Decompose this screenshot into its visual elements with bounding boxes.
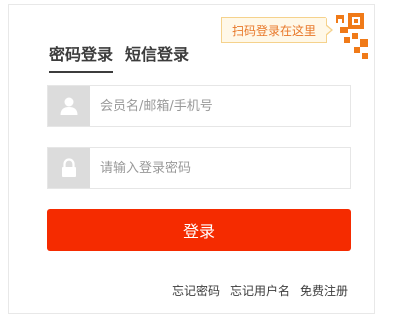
password-input[interactable]: [90, 148, 350, 188]
forgot-username-link[interactable]: 忘记用户名: [230, 282, 290, 299]
username-field: [47, 85, 351, 127]
register-link[interactable]: 免费注册: [300, 282, 348, 299]
account-links: 忘记密码 忘记用户名 免费注册: [172, 282, 348, 299]
qr-login-tip: 扫码登录在这里: [221, 17, 334, 43]
password-field: [47, 147, 351, 189]
login-panel: 扫码登录在这里 密码登录 短信登录 会员名/邮箱/手机号 登录 忘记密码 忘记用…: [8, 4, 375, 314]
qr-code-switch-icon[interactable]: [318, 9, 370, 65]
qr-tip-text: 扫码登录在这里: [232, 24, 317, 38]
tab-sms-login[interactable]: 短信登录: [125, 41, 189, 73]
login-button[interactable]: 登录: [47, 209, 351, 251]
username-input[interactable]: [90, 86, 350, 126]
tab-password-login[interactable]: 密码登录: [49, 41, 114, 73]
login-tabs: 密码登录 短信登录: [49, 41, 189, 73]
forgot-password-link[interactable]: 忘记密码: [172, 282, 220, 299]
user-icon: [48, 86, 90, 126]
lock-icon: [48, 148, 90, 188]
